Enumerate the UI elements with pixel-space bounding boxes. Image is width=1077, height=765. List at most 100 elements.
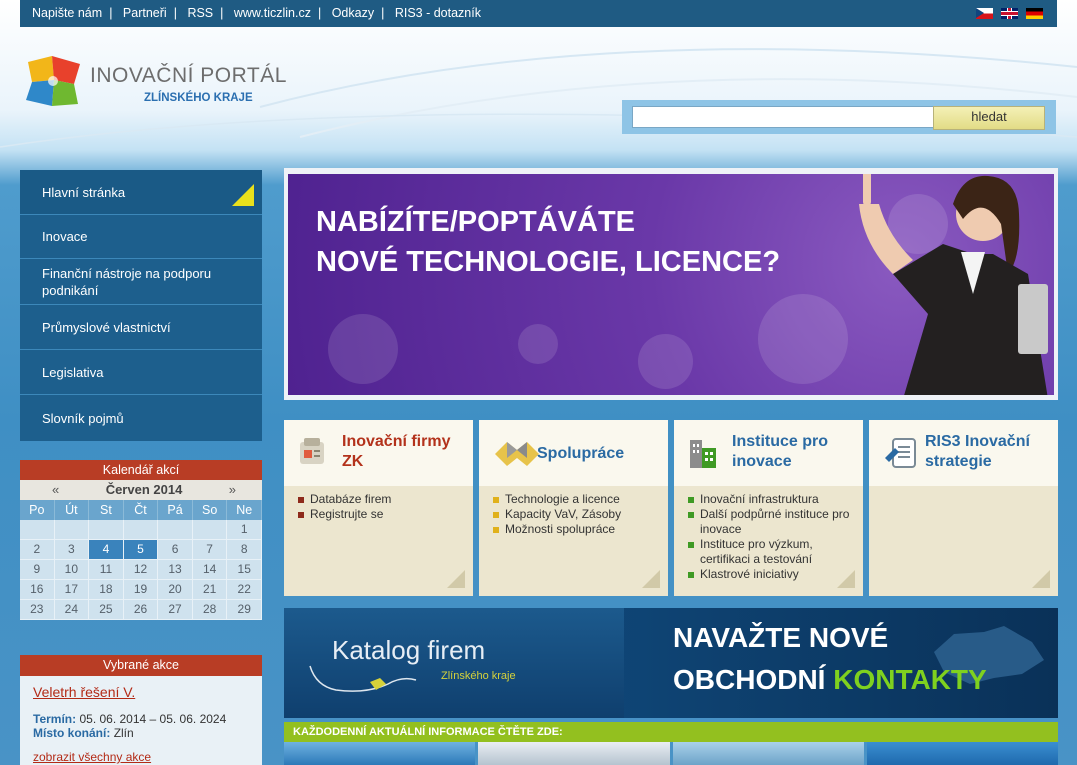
card-title[interactable]: RIS3 Inovační strategie <box>925 432 1050 472</box>
top-link-links[interactable]: Odkazy <box>332 6 374 20</box>
calendar-day-28[interactable]: 28 <box>192 600 228 620</box>
calendar-day-19[interactable]: 19 <box>123 580 159 600</box>
top-bar: Napište nám | Partneři | RSS | www.ticzlin.… <box>20 0 1057 27</box>
card-link-dalsi-instituce[interactable]: Další podpůrné instituce pro inovace <box>688 507 853 537</box>
calendar-day-empty <box>123 520 159 540</box>
top-link-contact[interactable]: Napište nám <box>32 6 102 20</box>
search-input[interactable] <box>632 106 934 128</box>
show-all-events-link[interactable]: zobrazit všechny akce <box>33 750 262 764</box>
calendar-day-29[interactable]: 29 <box>227 600 262 620</box>
calendar-dow-label: Čt <box>123 500 159 520</box>
calendar-grid: Po Út St Čt Pá So Ne 1 2 3 4 5 6 7 8 9 10 11 12 13 14 15 16 17 1… <box>20 500 262 620</box>
calendar-day-15[interactable]: 15 <box>227 560 262 580</box>
calendar-prev-button[interactable]: « <box>52 480 59 500</box>
calendar-day-10[interactable]: 10 <box>54 560 90 580</box>
calendar-day-14[interactable]: 14 <box>192 560 228 580</box>
card-title[interactable]: Inovační firmy ZK <box>342 432 473 472</box>
calendar-day-16[interactable]: 16 <box>20 580 55 600</box>
banner-line-1: NABÍZÍTE/POPTÁVÁTE <box>316 206 636 238</box>
card-inovacni-firmy[interactable]: Inovační firmy ZK Databáze firem Registr… <box>284 420 473 596</box>
banner-bubble-decoration <box>518 324 558 364</box>
hero-banner[interactable]: NABÍZÍTE/POPTÁVÁTE NOVÉ TECHNOLOGIE, LIC… <box>284 168 1058 400</box>
separator: | <box>381 6 385 20</box>
card-link-instituce-vyzkum[interactable]: Instituce pro výzkum, certifikaci a test… <box>688 537 853 567</box>
news-photo[interactable] <box>284 742 476 765</box>
card-title[interactable]: Instituce pro inovace <box>732 432 852 472</box>
calendar-day-21[interactable]: 21 <box>192 580 228 600</box>
card-ris3[interactable]: RIS3 Inovační strategie <box>869 420 1058 596</box>
calendar-day-4[interactable]: 4 <box>89 540 124 560</box>
top-link-ris3[interactable]: RIS3 - dotazník <box>395 6 481 20</box>
katalog-firem-banner[interactable]: Katalog firem Zlínského kraje NAVAŽTE NO… <box>284 608 1058 718</box>
calendar-next-button[interactable]: » <box>229 480 236 500</box>
calendar-day-12[interactable]: 12 <box>123 560 159 580</box>
event-place-value: Zlín <box>113 726 134 740</box>
sidebar-item-slovnik[interactable]: Slovník pojmů <box>20 395 262 441</box>
calendar-day-5[interactable]: 5 <box>123 540 159 560</box>
calendar-day-3[interactable]: 3 <box>54 540 90 560</box>
sidebar-item-legislativa[interactable]: Legislativa <box>20 350 262 395</box>
card-link-klastrove-iniciativy[interactable]: Klastrové iniciativy <box>688 567 853 582</box>
search-button[interactable]: hledat <box>933 106 1045 130</box>
sidebar-item-financni-nastroje[interactable]: Finanční nástroje na podporu podnikání <box>20 259 262 305</box>
calendar-day-22[interactable]: 22 <box>227 580 262 600</box>
calendar-day-8[interactable]: 8 <box>227 540 262 560</box>
hero-banner-image: NABÍZÍTE/POPTÁVÁTE NOVÉ TECHNOLOGIE, LIC… <box>288 174 1054 395</box>
card-link-moznosti-spoluprace[interactable]: Možnosti spolupráce <box>493 522 621 537</box>
card-link-inovacni-infrastruktura[interactable]: Inovační infrastruktura <box>688 492 853 507</box>
calendar-day-11[interactable]: 11 <box>89 560 124 580</box>
de-flag-icon[interactable] <box>1026 8 1043 19</box>
sidebar-item-label: Slovník pojmů <box>42 410 124 426</box>
handshake-icon <box>495 442 539 466</box>
calendar-day-23[interactable]: 23 <box>20 600 55 620</box>
daily-info-bar[interactable]: KAŽDODENNÍ AKTUÁLNÍ INFORMACE ČTĚTE ZDE: <box>284 722 1058 742</box>
site-logo[interactable]: INOVAČNÍ PORTÁL ZLÍNSKÉHO KRAJE <box>20 52 286 112</box>
calendar-day-6[interactable]: 6 <box>158 540 193 560</box>
calendar-day-13[interactable]: 13 <box>158 560 193 580</box>
calendar-day-20[interactable]: 20 <box>158 580 193 600</box>
card-title[interactable]: Spolupráce <box>537 444 624 464</box>
card-link-kapacity-vav[interactable]: Kapacity VaV, Zásoby <box>493 507 621 522</box>
calendar-day-1[interactable]: 1 <box>227 520 262 540</box>
calendar-day-24[interactable]: 24 <box>54 600 90 620</box>
calendar-day-26[interactable]: 26 <box>123 600 159 620</box>
news-photo[interactable] <box>478 742 670 765</box>
calendar-day-18[interactable]: 18 <box>89 580 124 600</box>
card-link-technologie-licence[interactable]: Technologie a licence <box>493 492 621 507</box>
event-link[interactable]: Veletrh řešení V. <box>33 684 262 700</box>
katalog-headline-2b: KONTAKTY <box>833 664 987 695</box>
top-link-ticzlin[interactable]: www.ticzlin.cz <box>234 6 311 20</box>
inovacni-firmy-icon <box>300 438 324 464</box>
calendar-dow-label: Ne <box>227 500 262 520</box>
card-link-databaze-firem[interactable]: Databáze firem <box>298 492 391 507</box>
sidebar-item-label: Inovace <box>42 229 88 244</box>
card-spoluprace[interactable]: Spolupráce Technologie a licence Kapacit… <box>479 420 668 596</box>
calendar-month-label: Červen 2014 <box>105 482 183 497</box>
event-details: Termín: 05. 06. 2014 – 05. 06. 2024 Míst… <box>33 712 262 740</box>
calendar-day-2[interactable]: 2 <box>20 540 55 560</box>
news-photo[interactable] <box>672 742 864 765</box>
calendar-day-17[interactable]: 17 <box>54 580 90 600</box>
katalog-title: Katalog firem <box>332 635 486 665</box>
news-photo[interactable] <box>866 742 1058 765</box>
top-link-partners[interactable]: Partneři <box>123 6 167 20</box>
sidebar-item-prumyslove-vlastnictvi[interactable]: Průmyslové vlastnictví <box>20 305 262 350</box>
calendar-day-empty <box>54 520 90 540</box>
top-link-rss[interactable]: RSS <box>187 6 213 20</box>
card-links: Databáze firem Registrujte se <box>298 492 391 522</box>
sidebar-item-inovace[interactable]: Inovace <box>20 215 262 259</box>
separator: | <box>317 6 322 20</box>
card-link-registrujte-se[interactable]: Registrujte se <box>298 507 391 522</box>
calendar-day-27[interactable]: 27 <box>158 600 193 620</box>
calendar-day-9[interactable]: 9 <box>20 560 55 580</box>
calendar-day-7[interactable]: 7 <box>192 540 228 560</box>
sidebar-item-home[interactable]: Hlavní stránka <box>20 170 262 215</box>
banner-line-2: NOVÉ TECHNOLOGIE, LICENCE? <box>316 246 781 278</box>
banner-headline: NABÍZÍTE/POPTÁVÁTE NOVÉ TECHNOLOGIE, LIC… <box>316 202 780 282</box>
card-instituce[interactable]: Instituce pro inovace Inovační infrastru… <box>674 420 863 596</box>
cz-flag-icon[interactable] <box>976 8 993 19</box>
calendar-day-25[interactable]: 25 <box>89 600 124 620</box>
katalog-subtitle: Zlínského kraje <box>441 670 516 682</box>
event-term-value: 05. 06. 2014 – 05. 06. 2024 <box>79 712 227 726</box>
en-flag-icon[interactable] <box>1001 8 1018 19</box>
